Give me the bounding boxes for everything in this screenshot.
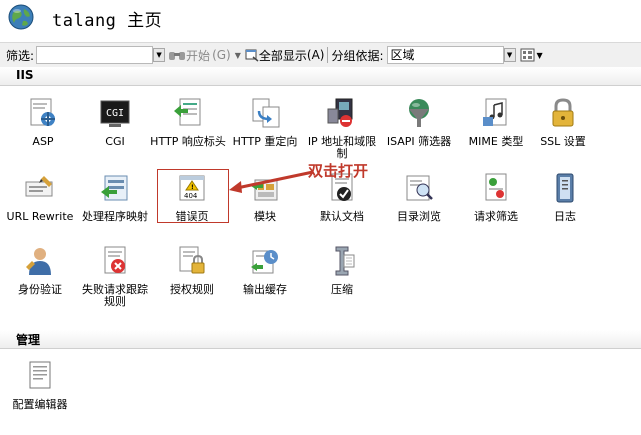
- feature-label: ISAPI 筛选器: [386, 135, 452, 148]
- feature-output-caching[interactable]: 输出缓存: [227, 245, 303, 296]
- binoculars-icon: [169, 52, 186, 60]
- go-label: 开始: [186, 48, 211, 63]
- feature-label: 默认文档: [320, 210, 364, 223]
- http-response-headers-icon: [174, 98, 201, 126]
- feature-label: HTTP 响应标头: [150, 135, 226, 148]
- ssl-lock-icon: [552, 98, 574, 127]
- feature-label: MIME 类型: [468, 135, 524, 148]
- feature-mime-types[interactable]: MIME 类型: [458, 97, 534, 148]
- feature-label: HTTP 重定向: [232, 135, 298, 148]
- http-redirect-icon: [252, 98, 280, 128]
- globe-icon: [8, 4, 34, 30]
- feature-directory-browsing[interactable]: 目录浏览: [381, 172, 457, 223]
- feature-label: 授权规则: [170, 283, 214, 296]
- annotation-arrow-icon: [229, 170, 314, 193]
- feature-label: 身份验证: [18, 283, 62, 296]
- error-pages-highlight-box: [157, 169, 229, 223]
- feature-cgi[interactable]: CGI CGI: [77, 97, 153, 148]
- feature-label: IP 地址和域限制: [307, 135, 377, 160]
- management-section-title: 管理: [16, 333, 41, 347]
- feature-label: 配置编辑器: [12, 398, 68, 411]
- show-all-shortcut: (A): [306, 48, 325, 62]
- iis-section-header: IIS: [0, 67, 641, 86]
- handler-mappings-icon: [101, 175, 128, 201]
- feature-logging[interactable]: 日志: [527, 172, 603, 223]
- view-mode-icon[interactable]: [520, 48, 536, 62]
- feature-label: 模块: [254, 210, 276, 223]
- feature-isapi-filters[interactable]: ISAPI 筛选器: [381, 97, 457, 148]
- svg-text:CGI: CGI: [106, 108, 124, 119]
- feature-label: 失败请求跟踪规则: [82, 283, 148, 308]
- feature-label: URL Rewrite: [6, 210, 74, 223]
- feature-http-redirect[interactable]: HTTP 重定向: [227, 97, 303, 148]
- cgi-icon: CGI: [100, 100, 130, 127]
- show-all-icon: [245, 49, 259, 62]
- directory-browsing-icon: [406, 175, 433, 201]
- feature-label: 日志: [554, 210, 576, 223]
- annotation-text: 双击打开: [308, 162, 369, 180]
- management-section-header: 管理: [0, 330, 641, 349]
- iis-section-title: IIS: [16, 68, 34, 82]
- feature-label: 目录浏览: [397, 210, 441, 223]
- isapi-filters-icon: [409, 99, 429, 127]
- feature-configuration-editor[interactable]: 配置编辑器: [2, 360, 78, 411]
- toolbar-separator: [327, 47, 329, 63]
- logging-icon: [556, 173, 574, 203]
- url-rewrite-icon: [25, 176, 53, 197]
- feature-ip-domain-restrictions[interactable]: IP 地址和域限制: [304, 97, 380, 160]
- feature-request-filtering[interactable]: 请求筛选: [458, 172, 534, 223]
- authorization-rules-icon: [179, 246, 205, 274]
- view-mode-dropdown-icon[interactable]: ▼: [537, 51, 543, 60]
- feature-url-rewrite[interactable]: URL Rewrite: [2, 172, 78, 223]
- group-by-label: 分组依据:: [331, 48, 384, 63]
- group-by-select[interactable]: 区域: [386, 46, 504, 64]
- failed-request-tracing-icon: [104, 246, 126, 274]
- feature-authorization-rules[interactable]: 授权规则: [154, 245, 230, 296]
- feature-authentication[interactable]: 身份验证: [2, 245, 78, 296]
- show-all-label: 全部显示: [258, 48, 307, 63]
- feature-label: SSL 设置: [540, 135, 586, 148]
- feature-asp[interactable]: ASP: [5, 97, 81, 148]
- go-shortcut: (G): [212, 48, 231, 62]
- page-title: talang 主页: [52, 11, 163, 31]
- feature-failed-request-tracing[interactable]: 失败请求跟踪规则: [77, 245, 153, 308]
- page-header: talang 主页: [0, 0, 641, 40]
- configuration-editor-icon: [29, 361, 51, 389]
- mime-types-icon: [483, 98, 507, 126]
- filter-label: 筛选:: [6, 48, 35, 63]
- feature-handler-mappings[interactable]: 处理程序映射: [77, 172, 153, 223]
- filter-dropdown-button[interactable]: ▼: [153, 48, 166, 62]
- feature-label: 输出缓存: [243, 283, 287, 296]
- request-filtering-icon: [485, 173, 507, 201]
- output-caching-icon: [251, 250, 278, 274]
- filter-input[interactable]: [36, 46, 154, 64]
- authentication-icon: [26, 248, 51, 275]
- feature-label: ASP: [32, 135, 54, 148]
- filter-toolbar: 筛选: ▼ 开始 (G) ▼ 全部显示 (A) 分组依据: 区域 ▼ ▼: [0, 42, 641, 68]
- feature-label: 请求筛选: [474, 210, 518, 223]
- compression-icon: [335, 246, 355, 276]
- asp-icon: [30, 98, 55, 126]
- feature-label: CGI: [105, 135, 125, 148]
- feature-compression[interactable]: 压缩: [304, 245, 380, 296]
- feature-label: 处理程序映射: [82, 210, 148, 223]
- go-dropdown-icon[interactable]: ▼: [235, 51, 241, 60]
- feature-http-response-headers[interactable]: HTTP 响应标头: [150, 97, 226, 148]
- show-all-button[interactable]: 全部显示 (A): [245, 47, 325, 64]
- feature-label: 压缩: [331, 283, 353, 296]
- group-by-dropdown-button[interactable]: ▼: [503, 48, 516, 62]
- feature-ssl-settings[interactable]: SSL 设置: [525, 97, 601, 148]
- go-button[interactable]: 开始 (G): [168, 47, 231, 64]
- ip-domain-restrictions-icon: [327, 98, 353, 127]
